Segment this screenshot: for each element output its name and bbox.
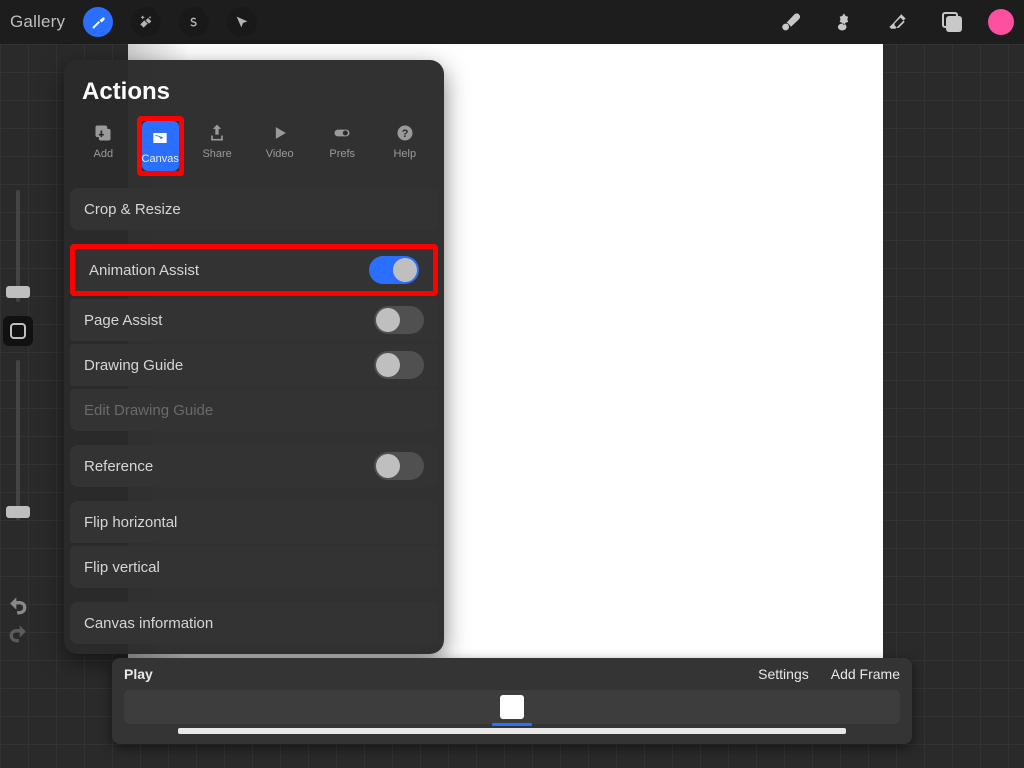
- brush-opacity-thumb[interactable]: [6, 506, 30, 518]
- eraser-icon: [886, 10, 910, 34]
- row-crop-resize[interactable]: Crop & Resize: [70, 188, 438, 230]
- row-label: Crop & Resize: [84, 201, 181, 218]
- timeline-add-frame-button[interactable]: Add Frame: [831, 666, 900, 682]
- undo-icon[interactable]: [8, 596, 28, 616]
- tab-video[interactable]: Video: [250, 116, 309, 176]
- actions-panel: Actions Add Canvas Share Video Prefs ? H…: [64, 60, 444, 654]
- row-label: Animation Assist: [89, 262, 199, 279]
- toggle-drawing-guide[interactable]: [374, 351, 424, 379]
- tab-help[interactable]: ? Help: [375, 116, 434, 176]
- modify-button[interactable]: [3, 316, 33, 346]
- brush-size-thumb[interactable]: [6, 286, 30, 298]
- tab-label: Share: [202, 148, 231, 160]
- row-label: Reference: [84, 458, 153, 475]
- gallery-link[interactable]: Gallery: [10, 12, 65, 32]
- redo-icon[interactable]: [8, 624, 28, 644]
- transform-button[interactable]: [227, 7, 257, 37]
- tab-prefs[interactable]: Prefs: [313, 116, 372, 176]
- row-label: Edit Drawing Guide: [84, 402, 213, 419]
- row-reference[interactable]: Reference: [70, 445, 438, 487]
- timeline-settings-button[interactable]: Settings: [758, 666, 809, 682]
- row-label: Flip horizontal: [84, 514, 177, 531]
- tab-add[interactable]: Add: [74, 116, 133, 176]
- timeline-scroll[interactable]: [178, 728, 845, 734]
- row-canvas-information[interactable]: Canvas information: [70, 602, 438, 644]
- tab-label: Canvas: [142, 153, 179, 165]
- current-frame-indicator: [492, 723, 532, 726]
- tab-label: Add: [93, 148, 113, 160]
- actions-title: Actions: [64, 78, 444, 116]
- tab-canvas[interactable]: Canvas: [142, 121, 179, 171]
- timeline-track[interactable]: [124, 690, 900, 724]
- square-icon: [10, 323, 26, 339]
- undo-redo-group: [0, 596, 36, 644]
- cursor-arrow-icon: [234, 14, 250, 30]
- row-animation-assist-highlight: Animation Assist: [70, 244, 438, 296]
- actions-rows: Crop & Resize Animation Assist Page Assi…: [64, 188, 444, 644]
- smudge-tool[interactable]: [826, 4, 862, 40]
- toggle-page-assist[interactable]: [374, 306, 424, 334]
- tab-label: Prefs: [329, 148, 355, 160]
- tab-label: Help: [393, 148, 416, 160]
- canvas-tab-highlight: Canvas: [137, 116, 184, 176]
- color-swatch[interactable]: [988, 9, 1014, 35]
- share-icon: [207, 123, 227, 143]
- help-icon: ?: [395, 123, 415, 143]
- wrench-icon: [90, 14, 106, 30]
- actions-wrench-button[interactable]: [83, 7, 113, 37]
- smudge-icon: [832, 10, 856, 34]
- brush-icon: [778, 10, 802, 34]
- canvas-icon: [150, 128, 170, 148]
- s-icon: [186, 14, 202, 30]
- add-icon: [93, 123, 113, 143]
- play-icon: [270, 123, 290, 143]
- row-flip-vertical[interactable]: Flip vertical: [70, 546, 438, 588]
- top-bar: Gallery: [0, 0, 1024, 44]
- row-flip-horizontal[interactable]: Flip horizontal: [70, 501, 438, 543]
- tab-label: Video: [266, 148, 294, 160]
- prefs-toggle-icon: [332, 123, 352, 143]
- layers-icon: [942, 12, 962, 32]
- left-sidebar: [0, 190, 36, 520]
- row-page-assist[interactable]: Page Assist: [70, 299, 438, 341]
- adjustments-button[interactable]: [131, 7, 161, 37]
- row-drawing-guide[interactable]: Drawing Guide: [70, 344, 438, 386]
- tab-share[interactable]: Share: [188, 116, 247, 176]
- actions-tabs: Add Canvas Share Video Prefs ? Help: [64, 116, 444, 188]
- row-label: Flip vertical: [84, 559, 160, 576]
- row-label: Drawing Guide: [84, 357, 183, 374]
- row-edit-drawing-guide: Edit Drawing Guide: [70, 389, 438, 431]
- magic-wand-icon: [138, 14, 154, 30]
- row-label: Canvas information: [84, 615, 213, 632]
- brush-tool[interactable]: [772, 4, 808, 40]
- animation-timeline: Play Settings Add Frame: [112, 658, 912, 744]
- layers-tool[interactable]: [934, 4, 970, 40]
- row-label: Page Assist: [84, 312, 162, 329]
- brush-opacity-slider[interactable]: [16, 360, 20, 520]
- brush-size-slider[interactable]: [16, 190, 20, 302]
- svg-text:?: ?: [401, 128, 408, 140]
- eraser-tool[interactable]: [880, 4, 916, 40]
- play-button[interactable]: Play: [124, 666, 153, 682]
- selection-button[interactable]: [179, 7, 209, 37]
- toggle-reference[interactable]: [374, 452, 424, 480]
- toggle-animation-assist[interactable]: [369, 256, 419, 284]
- timeline-frame[interactable]: [500, 695, 524, 719]
